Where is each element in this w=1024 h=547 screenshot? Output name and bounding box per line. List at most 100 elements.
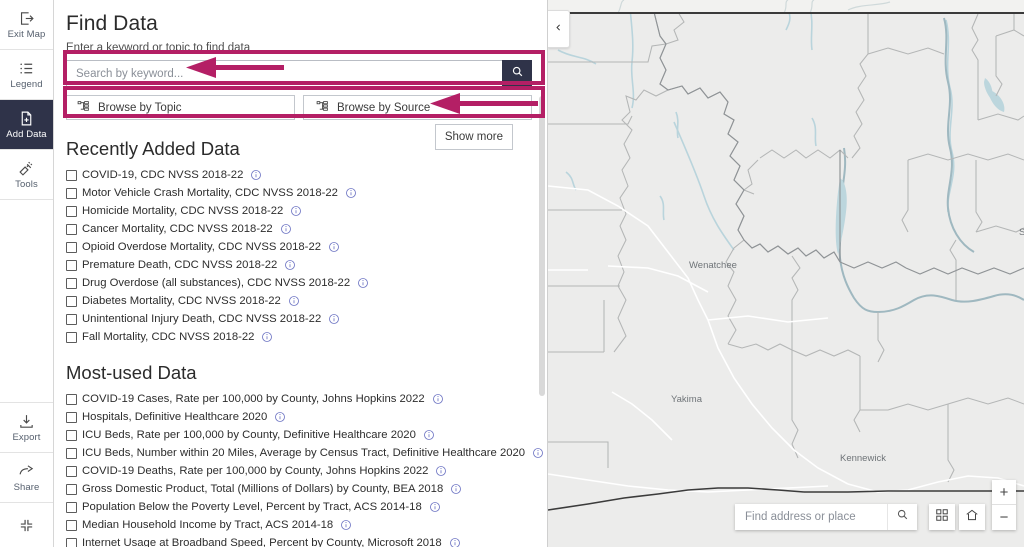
info-icon[interactable] [261, 331, 273, 343]
data-layer-checkbox[interactable] [66, 331, 77, 343]
data-layer-checkbox[interactable] [66, 223, 77, 235]
data-layer-checkbox[interactable] [66, 187, 77, 199]
list-item[interactable]: Motor Vehicle Crash Mortality, CDC NVSS … [66, 184, 525, 202]
panel-scrollbar-thumb[interactable] [539, 96, 545, 396]
info-icon[interactable] [435, 465, 447, 477]
list-item-label: COVID-19 Cases, Rate per 100,000 by Coun… [82, 392, 425, 405]
map-search-input[interactable] [735, 504, 887, 530]
data-layer-checkbox[interactable] [66, 483, 77, 495]
map-place-label: Sp [1019, 227, 1024, 238]
panel-collapse-button[interactable] [548, 10, 570, 48]
browse-by-topic-button[interactable]: Browse by Topic [66, 95, 295, 120]
sidebar-item-label: Share [13, 481, 40, 493]
most-used-section-header: Most-used Data [66, 362, 525, 384]
data-layer-checkbox[interactable] [66, 295, 77, 307]
list-item[interactable]: COVID-19 Deaths, Rate per 100,000 by Cou… [66, 462, 525, 480]
info-icon[interactable] [280, 223, 292, 235]
sidebar-item-tools[interactable]: Tools [0, 150, 53, 200]
info-icon[interactable] [284, 259, 296, 271]
info-icon[interactable] [290, 205, 302, 217]
info-icon[interactable] [432, 393, 444, 405]
data-layer-checkbox[interactable] [66, 465, 77, 477]
sidebar-item-label: Exit Map [7, 28, 46, 40]
list-item[interactable]: Drug Overdose (all substances), CDC NVSS… [66, 274, 525, 292]
sidebar-item-share[interactable]: Share [0, 453, 53, 503]
data-layer-checkbox[interactable] [66, 205, 77, 217]
list-item-label: Diabetes Mortality, CDC NVSS 2018-22 [82, 294, 281, 307]
left-rail: Exit Map Legend Add Data Tools Export Sh… [0, 0, 54, 547]
map-search-button[interactable] [887, 504, 917, 530]
list-item-label: Gross Domestic Product, Total (Millions … [82, 482, 444, 495]
list-item[interactable]: Hospitals, Definitive Healthcare 2020 [66, 408, 525, 426]
show-more-button[interactable]: Show more [434, 124, 513, 150]
info-icon[interactable] [449, 537, 461, 547]
data-layer-checkbox[interactable] [66, 241, 77, 253]
list-item[interactable]: Premature Death, CDC NVSS 2018-22 [66, 256, 525, 274]
recently-added-list: COVID-19, CDC NVSS 2018-22 Motor Vehicle … [66, 166, 525, 346]
list-item[interactable]: ICU Beds, Rate per 100,000 by County, De… [66, 426, 525, 444]
data-layer-checkbox[interactable] [66, 537, 77, 547]
list-item-label: Cancer Mortality, CDC NVSS 2018-22 [82, 222, 273, 235]
sidebar-item-export[interactable]: Export [0, 403, 53, 453]
data-layer-checkbox[interactable] [66, 411, 77, 423]
sidebar-item-add-data[interactable]: Add Data [0, 100, 53, 150]
collapse-rail-button[interactable] [0, 503, 53, 547]
list-item[interactable]: Internet Usage at Broadband Speed, Perce… [66, 534, 525, 547]
list-item[interactable]: Median Household Income by Tract, ACS 20… [66, 516, 525, 534]
info-icon[interactable] [250, 169, 262, 181]
search-submit-button[interactable] [502, 60, 532, 88]
map-vector-layer [548, 0, 1024, 547]
data-layer-checkbox[interactable] [66, 429, 77, 441]
search-row [66, 60, 532, 88]
panel-scrollbar[interactable] [539, 0, 545, 547]
info-icon[interactable] [328, 241, 340, 253]
data-layer-checkbox[interactable] [66, 169, 77, 181]
list-item[interactable]: COVID-19, CDC NVSS 2018-22 [66, 166, 525, 184]
search-icon [511, 65, 524, 83]
data-layer-checkbox[interactable] [66, 519, 77, 531]
exit-icon [18, 10, 35, 27]
data-layer-checkbox[interactable] [66, 393, 77, 405]
search-icon [896, 508, 909, 526]
list-item[interactable]: Population Below the Poverty Level, Perc… [66, 498, 525, 516]
recently-added-section-header: Recently Added Data Show more [66, 124, 525, 160]
map-place-label: Kennewick [840, 453, 886, 464]
info-icon[interactable] [345, 187, 357, 199]
info-icon[interactable] [450, 483, 462, 495]
data-layer-checkbox[interactable] [66, 259, 77, 271]
info-icon[interactable] [274, 411, 286, 423]
browse-by-source-button[interactable]: Browse by Source [302, 95, 532, 120]
list-item[interactable]: Diabetes Mortality, CDC NVSS 2018-22 [66, 292, 525, 310]
info-icon[interactable] [423, 429, 435, 441]
rail-bottom-group: Export Share [0, 403, 53, 547]
list-item[interactable]: Unintentional Injury Death, CDC NVSS 201… [66, 310, 525, 328]
list-item[interactable]: Fall Mortality, CDC NVSS 2018-22 [66, 328, 525, 346]
list-item[interactable]: ICU Beds, Number within 20 Miles, Averag… [66, 444, 544, 462]
zoom-in-button[interactable]: + [992, 480, 1016, 505]
file-plus-icon [18, 110, 35, 127]
list-item[interactable]: Gross Domestic Product, Total (Millions … [66, 480, 525, 498]
list-item[interactable]: Cancer Mortality, CDC NVSS 2018-22 [66, 220, 525, 238]
list-item[interactable]: Homicide Mortality, CDC NVSS 2018-22 [66, 202, 525, 220]
zoom-out-button[interactable]: − [992, 505, 1016, 530]
list-item[interactable]: Opioid Overdose Mortality, CDC NVSS 2018… [66, 238, 525, 256]
map-canvas[interactable]: Grand ForksWenatcheeYakimaKennewickSp [548, 0, 1024, 547]
list-item-label: Fall Mortality, CDC NVSS 2018-22 [82, 330, 255, 343]
info-icon[interactable] [328, 313, 340, 325]
list-item[interactable]: COVID-19 Cases, Rate per 100,000 by Coun… [66, 390, 525, 408]
list-item-label: Opioid Overdose Mortality, CDC NVSS 2018… [82, 240, 322, 253]
sidebar-item-exit-map[interactable]: Exit Map [0, 0, 53, 50]
sidebar-item-legend[interactable]: Legend [0, 50, 53, 100]
data-layer-checkbox[interactable] [66, 277, 77, 289]
data-layer-checkbox[interactable] [66, 447, 77, 459]
find-data-panel: Find Data Enter a keyword or topic to fi… [54, 0, 548, 547]
basemap-gallery-button[interactable] [929, 504, 955, 530]
search-input[interactable] [66, 60, 502, 88]
info-icon[interactable] [340, 519, 352, 531]
map-home-button[interactable] [959, 504, 985, 530]
info-icon[interactable] [357, 277, 369, 289]
data-layer-checkbox[interactable] [66, 501, 77, 513]
info-icon[interactable] [288, 295, 300, 307]
info-icon[interactable] [429, 501, 441, 513]
data-layer-checkbox[interactable] [66, 313, 77, 325]
